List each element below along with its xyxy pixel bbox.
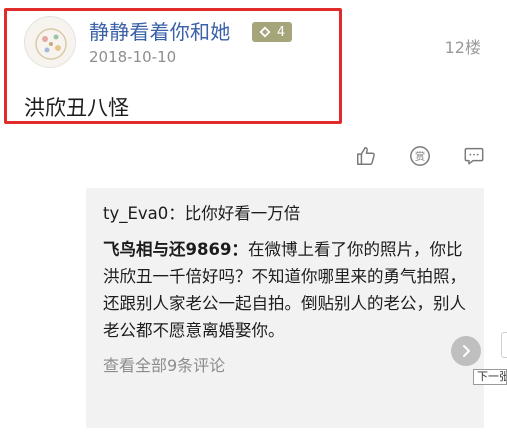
- comment-date: 2018-10-10: [89, 48, 177, 66]
- reply-author[interactable]: ty_Eva0：: [103, 204, 185, 223]
- reply-item[interactable]: 飞鸟相与还9869：在微博上看了你的照片，你比洪欣丑一千倍好吗？不知道你哪里来的…: [103, 236, 472, 344]
- level-badge: 4: [252, 22, 292, 42]
- comment-actions: 赏: [355, 145, 485, 167]
- next-image-tooltip: 下一张: [473, 369, 507, 385]
- chevron-right-icon: [463, 345, 470, 357]
- avatar-image: [26, 18, 75, 67]
- username[interactable]: 静静看着你和她: [89, 16, 230, 45]
- level-number: 4: [276, 24, 286, 40]
- diamond-icon: [259, 26, 271, 38]
- replies-panel: ty_Eva0：比你好看一万倍 飞鸟相与还9869：在微博上看了你的照片，你比洪…: [86, 188, 484, 428]
- view-all-replies-link[interactable]: 查看全部9条评论: [103, 352, 472, 376]
- chat-bubble-icon[interactable]: [463, 145, 485, 167]
- reward-icon[interactable]: 赏: [409, 145, 431, 167]
- reward-label: 赏: [415, 151, 425, 163]
- comment-text: 洪欣丑八怪: [24, 96, 129, 120]
- next-image-button[interactable]: [451, 336, 481, 366]
- scroll-edge-handle[interactable]: [501, 332, 507, 358]
- avatar[interactable]: [24, 16, 76, 68]
- floor-number: 12楼: [444, 38, 481, 57]
- reply-text: 比你好看一万倍: [184, 204, 301, 223]
- reply-author[interactable]: 飞鸟相与还9869：: [103, 240, 248, 259]
- thumbs-up-icon[interactable]: [355, 145, 377, 167]
- reply-item[interactable]: ty_Eva0：比你好看一万倍: [103, 200, 472, 227]
